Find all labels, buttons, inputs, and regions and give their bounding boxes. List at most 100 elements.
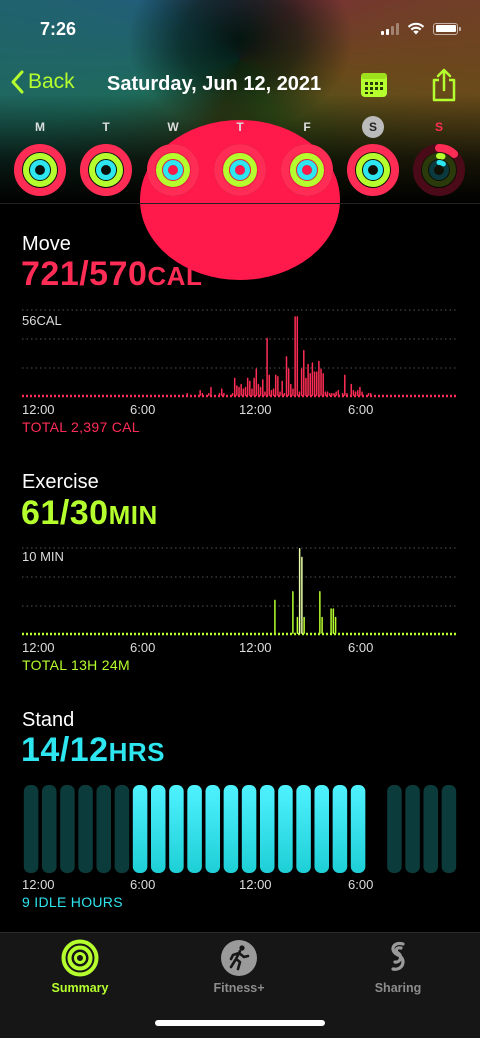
move-tick-2: 12:00 bbox=[239, 402, 272, 417]
stand-title: Stand bbox=[22, 709, 75, 731]
day-letter: T bbox=[236, 120, 244, 134]
activity-rings-icon bbox=[61, 939, 99, 977]
share-button[interactable] bbox=[431, 68, 457, 107]
share-icon bbox=[432, 68, 456, 102]
chart-bar bbox=[242, 388, 245, 396]
battery-icon bbox=[433, 22, 461, 35]
stand-tick-2: 12:00 bbox=[239, 877, 272, 892]
chart-bar bbox=[270, 389, 273, 396]
stand-hour-bar-active bbox=[205, 785, 221, 873]
chart-bar bbox=[300, 368, 303, 396]
stand-hour-bar-active bbox=[132, 785, 148, 873]
stand-tick-3: 6:00 bbox=[348, 877, 374, 892]
chart-bar bbox=[292, 388, 294, 396]
stand-hour-bar-idle bbox=[114, 785, 130, 873]
day-sunday-today[interactable]: S bbox=[411, 116, 467, 201]
chart-bar bbox=[290, 383, 292, 396]
back-button[interactable]: Back bbox=[10, 70, 75, 94]
chart-bar bbox=[262, 379, 264, 396]
chart-bar bbox=[233, 377, 236, 396]
chart-bar bbox=[331, 392, 333, 396]
chart-bar bbox=[223, 392, 225, 396]
stand-hour-bar-active bbox=[223, 785, 239, 873]
day-letter: W bbox=[167, 120, 179, 134]
chart-bar bbox=[236, 385, 238, 396]
calendar-icon bbox=[361, 73, 387, 97]
cellular-signal-icon bbox=[381, 22, 399, 35]
day-letter: S bbox=[362, 116, 384, 138]
move-total: TOTAL 2,397 CAL bbox=[22, 419, 140, 435]
day-tuesday[interactable]: T bbox=[78, 116, 134, 201]
chart-bar bbox=[281, 380, 283, 396]
day-wednesday[interactable]: W bbox=[145, 116, 201, 201]
tab-sharing[interactable]: Sharing bbox=[338, 939, 458, 995]
home-indicator bbox=[155, 1020, 325, 1026]
stand-ring bbox=[297, 160, 317, 180]
move-chart bbox=[22, 309, 458, 398]
day-activity-rings bbox=[347, 144, 399, 201]
move-title: Move bbox=[22, 233, 71, 255]
exercise-tick-1: 6:00 bbox=[130, 640, 156, 655]
chart-bar bbox=[318, 360, 320, 396]
chart-bar bbox=[274, 599, 276, 634]
chart-bar bbox=[268, 374, 270, 396]
chart-bar bbox=[303, 616, 305, 634]
chart-bar bbox=[218, 392, 221, 396]
chart-bar bbox=[255, 368, 258, 396]
day-activity-rings bbox=[413, 144, 465, 201]
chart-bar bbox=[246, 377, 249, 396]
exercise-tick-3: 6:00 bbox=[348, 640, 374, 655]
chart-bar bbox=[309, 372, 312, 396]
chart-bar bbox=[186, 392, 188, 396]
chart-bar bbox=[251, 388, 253, 396]
status-time: 7:26 bbox=[40, 19, 77, 39]
day-monday[interactable]: M bbox=[12, 116, 68, 201]
day-activity-rings bbox=[281, 144, 333, 201]
tab-summary[interactable]: Summary bbox=[20, 939, 140, 995]
exercise-value-number: 61/30 bbox=[21, 494, 109, 532]
tab-summary-label: Summary bbox=[51, 981, 109, 995]
day-activity-rings bbox=[14, 144, 66, 201]
stand-hour-bar-idle bbox=[96, 785, 112, 873]
stand-hour-bar-idle bbox=[78, 785, 93, 873]
running-figure-icon bbox=[221, 940, 257, 976]
calendar-button[interactable] bbox=[360, 72, 388, 103]
page-title: Saturday, Jun 12, 2021 bbox=[107, 73, 322, 95]
chart-bar bbox=[201, 392, 204, 396]
day-friday[interactable]: F bbox=[279, 116, 335, 201]
chart-bar bbox=[334, 616, 337, 634]
status-icons bbox=[381, 22, 461, 35]
stand-value-number: 14/12 bbox=[21, 731, 109, 769]
chart-bar bbox=[259, 386, 262, 396]
day-letter: S bbox=[434, 120, 443, 134]
stand-ring bbox=[363, 160, 383, 180]
chart-bar bbox=[272, 388, 275, 396]
chart-bar bbox=[298, 391, 301, 396]
day-thursday[interactable]: T bbox=[212, 116, 268, 201]
day-letter: T bbox=[102, 120, 110, 134]
stand-value: 14/12HRS bbox=[21, 731, 165, 770]
day-activity-rings bbox=[147, 144, 199, 201]
stand-value-unit: HRS bbox=[108, 737, 165, 767]
exercise-tick-0: 12:00 bbox=[22, 640, 55, 655]
sharing-icon bbox=[391, 941, 405, 971]
chart-bar bbox=[344, 374, 346, 396]
chevron-left-icon bbox=[11, 70, 24, 94]
stand-hour-bar-idle bbox=[405, 785, 420, 873]
exercise-value: 61/30MIN bbox=[21, 494, 158, 533]
tab-fitness-plus[interactable]: Fitness+ bbox=[179, 939, 299, 995]
stand-hour-bar-idle bbox=[387, 785, 402, 873]
chart-bar bbox=[350, 383, 353, 396]
chart-bar bbox=[369, 392, 372, 396]
chart-bar bbox=[330, 608, 332, 634]
back-label: Back bbox=[28, 70, 75, 93]
stand-hour-bar-active bbox=[259, 785, 275, 873]
chart-bar bbox=[274, 374, 277, 396]
chart-bar bbox=[320, 368, 322, 396]
move-tick-0: 12:00 bbox=[22, 402, 55, 417]
day-saturday-selected[interactable]: S bbox=[345, 116, 401, 201]
chart-bar bbox=[337, 389, 340, 396]
stand-hour-bar-active bbox=[241, 785, 257, 873]
exercise-title: Exercise bbox=[22, 471, 99, 493]
stand-hour-bar-idle bbox=[423, 785, 439, 873]
